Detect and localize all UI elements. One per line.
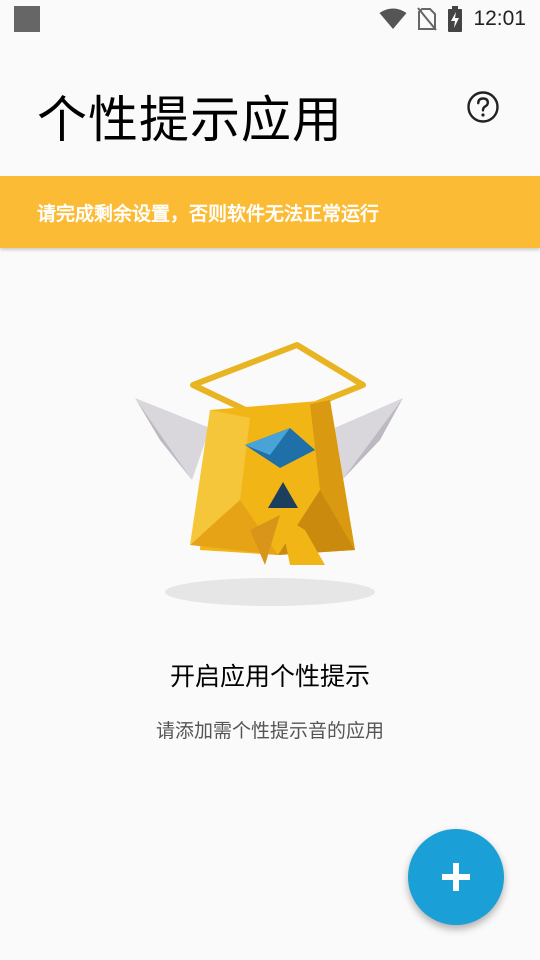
app-header: 个性提示应用 (0, 38, 540, 176)
empty-state-title: 开启应用个性提示 (169, 662, 370, 691)
status-time: 12:01 (473, 7, 526, 30)
question-circle-icon[interactable] (466, 90, 500, 124)
setup-warning-banner[interactable]: 请完成剩余设置，否则软件无法正常运行 (0, 176, 540, 248)
empty-state-subtitle: 请添加需个性提示音的应用 (155, 720, 384, 742)
battery-charging-icon (448, 6, 463, 32)
notification-square-icon (14, 6, 40, 32)
mascot-illustration (135, 342, 403, 606)
page-title: 个性提示应用 (37, 91, 343, 149)
no-sim-icon (417, 7, 438, 31)
status-icons: 12:01 (379, 6, 526, 32)
add-app-button[interactable] (408, 829, 504, 925)
wifi-icon (379, 8, 407, 29)
plus-icon (442, 863, 470, 891)
status-bar: 12:01 (0, 0, 540, 38)
setup-warning-text: 请完成剩余设置，否则软件无法正常运行 (37, 202, 380, 225)
